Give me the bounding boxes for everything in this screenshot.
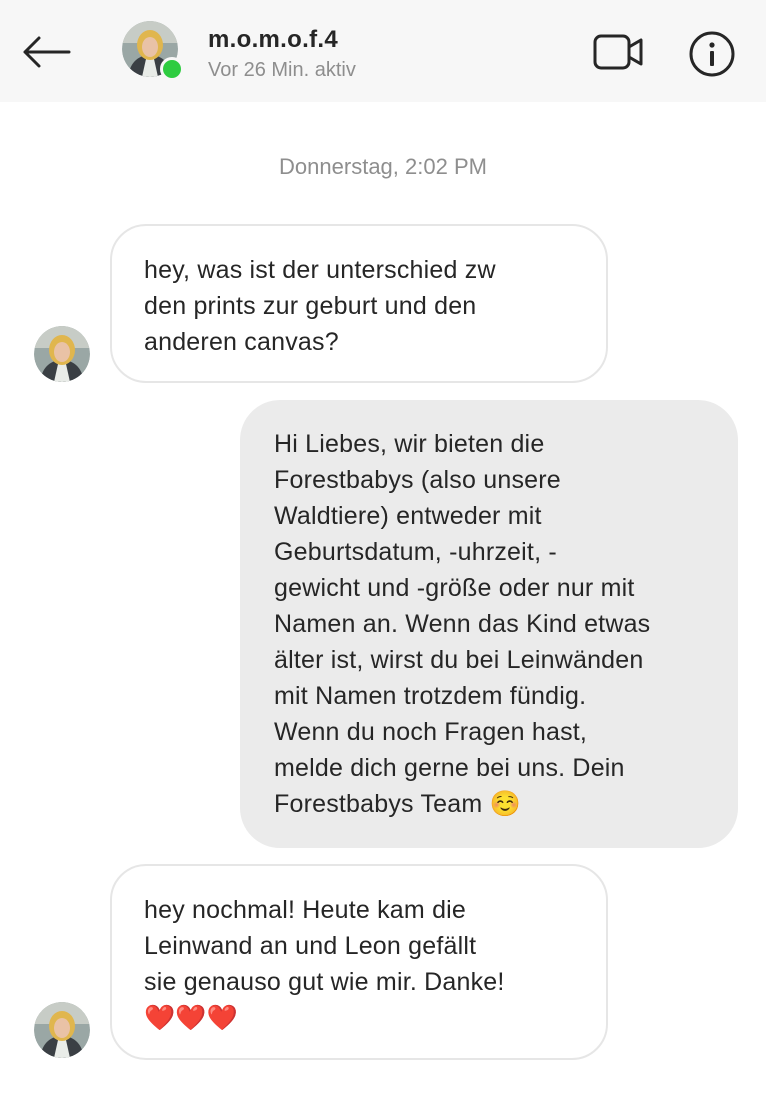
avatar-image [34,1002,90,1058]
sender-avatar[interactable] [34,1002,90,1058]
arrow-left-icon [23,36,71,68]
contact-avatar[interactable] [122,21,184,81]
back-button[interactable] [18,30,74,74]
outgoing-message-bubble[interactable]: Hi Liebes, wir bieten die Forestbabys (a… [240,400,738,848]
avatar-image [34,326,90,382]
contact-activity-status: Vor 26 Min. aktiv [208,59,356,81]
chat-header: m.o.m.o.f.4 Vor 26 Min. aktiv [0,0,766,102]
chat-screen: m.o.m.o.f.4 Vor 26 Min. aktiv Donnerstag… [0,0,766,1096]
video-camera-icon [593,34,643,70]
incoming-message-bubble[interactable]: hey, was ist der unterschied zw den prin… [110,224,608,383]
sender-avatar[interactable] [34,326,90,382]
video-call-button[interactable] [590,30,646,74]
online-indicator [160,57,184,81]
info-icon [689,31,735,77]
conversation-info-button[interactable] [686,28,738,80]
contact-username[interactable]: m.o.m.o.f.4 [208,26,338,54]
incoming-message-bubble[interactable]: hey nochmal! Heute kam die Leinwand an u… [110,864,608,1060]
message-timestamp: Donnerstag, 2:02 PM [279,154,487,179]
